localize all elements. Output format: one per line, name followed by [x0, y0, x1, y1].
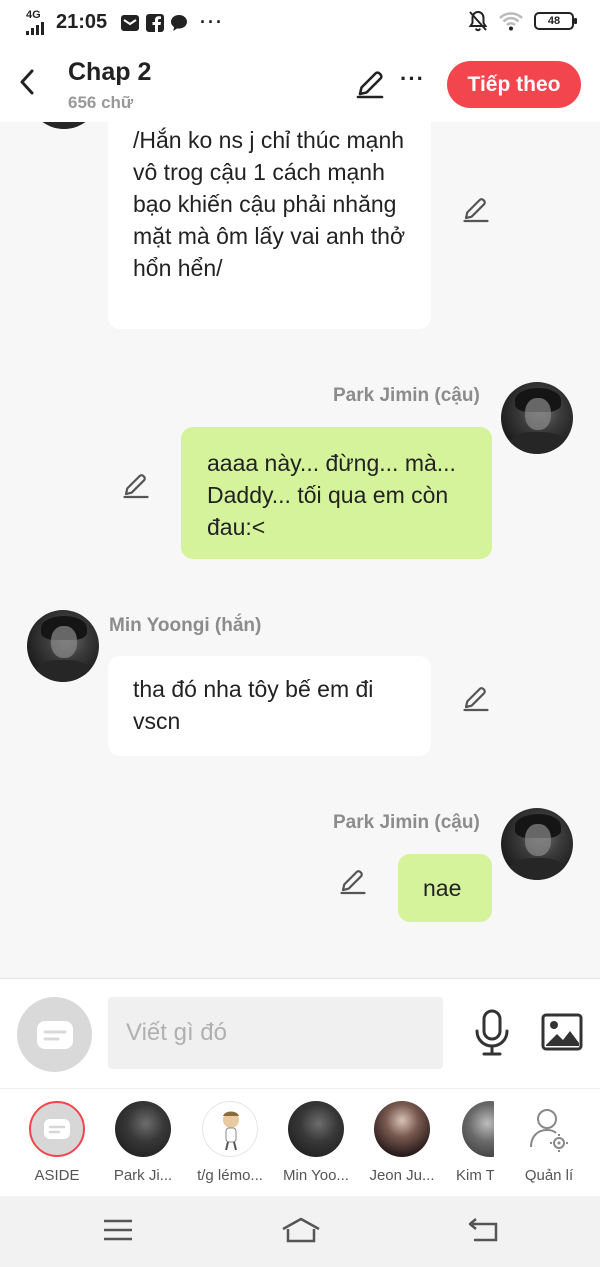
avatar — [462, 1101, 494, 1157]
chat-bubble-icon — [171, 14, 187, 31]
clock: 21:05 — [56, 11, 108, 33]
network-type: 4G — [26, 9, 41, 21]
speaker-name: Park Jimin (cậu) — [333, 385, 480, 406]
character-label: Min Yoo... — [283, 1167, 349, 1184]
message-bubble[interactable]: nae — [398, 854, 492, 922]
speaker-name: Park Jimin (cậu) — [333, 812, 480, 833]
aside-note-icon — [36, 1020, 73, 1049]
mail-icon — [121, 14, 139, 31]
user-settings-icon — [530, 1109, 568, 1152]
manage-characters-button[interactable]: Quản lí — [504, 1101, 594, 1184]
edit-chapter-button[interactable] — [354, 68, 386, 100]
mute-bell-icon — [468, 10, 488, 32]
chevron-left-icon — [20, 69, 34, 95]
facebook-icon — [146, 13, 164, 32]
wifi-icon — [499, 12, 523, 31]
more-dots-icon: ··· — [200, 12, 224, 32]
next-chapter-button[interactable]: Tiếp theo — [447, 61, 581, 108]
avatar — [374, 1101, 430, 1157]
message-bubble[interactable]: tha đó nha tôy bế em đi vscn — [108, 656, 431, 756]
cartoon-figure-icon — [223, 1111, 239, 1151]
chat-area[interactable]: /Hắn ko ns j chỉ thúc mạnh vô trog cậu 1… — [0, 122, 600, 978]
avatar[interactable] — [28, 122, 100, 129]
edit-message-icon[interactable] — [121, 470, 151, 500]
character-label: Park Ji... — [113, 1167, 173, 1184]
character-author[interactable]: t/g lémo... — [185, 1101, 275, 1184]
more-options-button[interactable]: ··· — [400, 68, 425, 90]
signal-icon — [26, 22, 44, 35]
edit-message-icon[interactable] — [461, 194, 491, 224]
image-icon[interactable] — [541, 1013, 583, 1051]
character-min-yoongi[interactable]: Min Yoo... — [271, 1101, 361, 1184]
message-bubble[interactable]: /Hắn ko ns j chỉ thúc mạnh vô trog cậu 1… — [108, 122, 431, 329]
avatar — [115, 1101, 171, 1157]
chapter-header: Chap 2 656 chữ ··· Tiếp theo — [0, 44, 600, 122]
back-nav-icon[interactable] — [466, 1216, 502, 1244]
aside-avatar — [29, 1101, 85, 1157]
edit-message-icon[interactable] — [461, 683, 491, 713]
speaker-name: Min Yoongi (hắn) — [109, 615, 262, 636]
system-nav-bar — [0, 1196, 600, 1267]
avatar[interactable] — [27, 610, 99, 682]
character-label: t/g lémo... — [197, 1167, 263, 1184]
message-bubble[interactable]: aaaa này... đừng... mà... Daddy... tối q… — [181, 427, 492, 559]
character-bar: ASIDE Park Ji... t/g lémo... Min Yoo... … — [0, 1088, 600, 1196]
page-title: Chap 2 — [68, 58, 152, 86]
back-button[interactable] — [12, 64, 42, 100]
character-aside[interactable]: ASIDE — [12, 1101, 102, 1184]
avatar[interactable] — [501, 808, 573, 880]
menu-icon[interactable] — [100, 1216, 136, 1244]
avatar[interactable] — [501, 382, 573, 454]
word-count: 656 chữ — [68, 93, 134, 112]
pencil-icon — [356, 71, 384, 99]
character-park-jimin[interactable]: Park Ji... — [98, 1101, 188, 1184]
message-input[interactable] — [108, 997, 443, 1069]
microphone-icon[interactable] — [474, 1009, 510, 1057]
compose-bar — [0, 978, 600, 1088]
character-label: Kim T — [456, 1167, 494, 1184]
battery-icon: 48 — [534, 12, 577, 30]
character-kim[interactable]: Kim T — [432, 1101, 494, 1184]
home-icon[interactable] — [280, 1216, 322, 1244]
edit-message-icon[interactable] — [338, 866, 368, 896]
avatar — [202, 1101, 258, 1157]
battery-level: 48 — [547, 15, 561, 27]
character-label: Quản lí — [524, 1167, 574, 1184]
aside-note-icon — [44, 1119, 70, 1139]
aside-toggle-button[interactable] — [17, 997, 92, 1072]
character-label: ASIDE — [34, 1167, 80, 1184]
status-bar: 4G 21:05 ··· 48 — [0, 0, 600, 44]
avatar — [288, 1101, 344, 1157]
manage-icon-wrap — [521, 1101, 577, 1157]
